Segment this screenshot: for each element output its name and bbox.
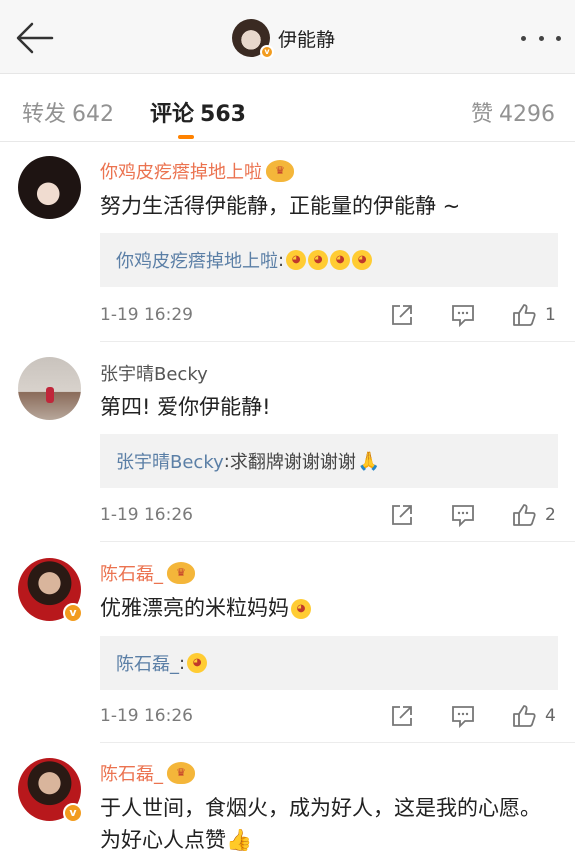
back-button[interactable] xyxy=(14,18,56,58)
reply-box[interactable]: 陈石磊_: ◕ xyxy=(100,636,558,690)
blush-emoji-icon: ◕ xyxy=(308,250,329,270)
comment-text: 第四! 爱你伊能静! xyxy=(100,395,271,419)
share-button[interactable] xyxy=(389,701,415,731)
header-user[interactable]: v 伊能静 xyxy=(232,18,336,59)
verified-badge-icon: v xyxy=(63,803,83,823)
comment-time: 1-19 16:26 xyxy=(100,706,193,726)
active-tab-indicator xyxy=(178,135,194,139)
like-button[interactable]: 4 xyxy=(511,701,556,731)
reply-username[interactable]: 张宇晴Becky xyxy=(116,448,224,474)
avatar[interactable]: v xyxy=(232,19,274,59)
like-button[interactable]: 2 xyxy=(511,500,556,530)
more-dot xyxy=(556,35,561,41)
reply-button[interactable] xyxy=(450,300,476,330)
reply-username[interactable]: 陈石磊_ xyxy=(116,650,179,676)
comment-username[interactable]: 张宇晴Becky xyxy=(100,360,208,386)
tab-comment-label: 评论 xyxy=(150,102,195,127)
thumbs-up-icon xyxy=(513,504,536,526)
thumbs-up-icon xyxy=(513,705,536,727)
avatar[interactable] xyxy=(18,357,81,420)
comment-icon xyxy=(452,706,474,729)
share-button[interactable] xyxy=(389,300,415,330)
verified-badge-icon: v xyxy=(260,45,274,59)
share-button[interactable] xyxy=(389,500,415,530)
avatar[interactable] xyxy=(18,156,81,219)
reply-button[interactable] xyxy=(450,701,476,731)
reply-separator: : xyxy=(179,652,186,674)
like-button[interactable]: 1 xyxy=(511,300,556,330)
praying-hands-icon: 🙏 xyxy=(357,450,381,472)
blush-emoji-icon: ◕ xyxy=(291,599,311,619)
comment-username[interactable]: 陈石磊_ ♛ xyxy=(100,760,195,786)
blush-emoji-icon: ◕ xyxy=(187,653,208,673)
page-title: 伊能静 xyxy=(278,28,336,51)
reply-separator: : xyxy=(278,249,285,271)
like-count: 1 xyxy=(545,305,556,325)
divider xyxy=(100,341,575,342)
vip-crown-icon: ♛ xyxy=(167,762,195,784)
verified-badge-icon: v xyxy=(63,603,83,623)
tab-repost-label: 转发 xyxy=(22,102,67,127)
comment-time: 1-19 16:26 xyxy=(100,505,193,525)
reply-box[interactable]: 你鸡皮疙瘩掉地上啦: ◕ ◕ ◕ ◕ xyxy=(100,233,558,287)
username-text: 你鸡皮疙瘩掉地上啦 xyxy=(100,162,262,183)
reply-username[interactable]: 你鸡皮疙瘩掉地上啦 xyxy=(116,247,278,273)
share-icon xyxy=(392,305,412,325)
like-count: 4 xyxy=(545,706,556,726)
tab-like-count: 4296 xyxy=(499,102,555,127)
tab-repost-count: 642 xyxy=(72,102,115,127)
blush-emoji-icon: ◕ xyxy=(330,250,351,270)
comment-text: 于人世间，食烟火，成为好人，这是我的心愿。为好心人点赞👍 xyxy=(100,792,560,856)
reply-text: 求翻牌谢谢谢谢 xyxy=(229,452,356,473)
top-bar: v 伊能静 xyxy=(0,0,575,74)
arrow-left-icon xyxy=(16,22,54,54)
reply-box[interactable]: 张宇晴Becky: 求翻牌谢谢谢谢 🙏 xyxy=(100,434,558,488)
comment-time: 1-19 16:29 xyxy=(100,305,193,325)
tab-like[interactable]: 赞 4296 xyxy=(471,96,555,128)
username-text: 陈石磊_ xyxy=(100,764,163,785)
more-button[interactable] xyxy=(521,28,561,48)
blush-emoji-icon: ◕ xyxy=(352,250,373,270)
avatar[interactable]: v xyxy=(18,558,83,623)
tab-bar: 转发 642 评论 563 赞 4296 xyxy=(0,74,575,142)
divider xyxy=(100,541,575,542)
divider xyxy=(100,742,575,743)
tab-comment-count: 563 xyxy=(200,102,246,127)
like-count: 2 xyxy=(545,505,556,525)
share-icon xyxy=(392,505,412,525)
vip-crown-icon: ♛ xyxy=(266,160,294,182)
tab-repost[interactable]: 转发 642 xyxy=(22,96,114,128)
vip-crown-icon: ♛ xyxy=(167,562,195,584)
tab-comment[interactable]: 评论 563 xyxy=(150,96,246,128)
comment-text-content: 于人世间，食烟火，成为好人，这是我的心愿。为好心人点赞 xyxy=(100,796,541,852)
tab-like-label: 赞 xyxy=(470,102,493,127)
thumbs-up-icon xyxy=(513,304,536,326)
username-text: 张宇晴Becky xyxy=(100,364,208,385)
comment-username[interactable]: 陈石磊_ ♛ xyxy=(100,560,195,586)
avatar[interactable]: v xyxy=(18,758,83,823)
reply-button[interactable] xyxy=(450,500,476,530)
comment-text: 努力生活得伊能静，正能量的伊能静 ~ xyxy=(100,194,461,218)
comment-username[interactable]: 你鸡皮疙瘩掉地上啦 ♛ xyxy=(100,158,294,184)
username-text: 陈石磊_ xyxy=(100,564,163,585)
comment-text: 优雅漂亮的米粒妈妈 ◕ xyxy=(100,592,560,624)
share-icon xyxy=(392,706,412,726)
comment-icon xyxy=(452,505,474,528)
comment-text-content: 优雅漂亮的米粒妈妈 xyxy=(100,596,289,620)
comment-icon xyxy=(452,305,474,328)
blush-emoji-icon: ◕ xyxy=(286,250,307,270)
thumbs-up-emoji-icon: 👍 xyxy=(226,828,253,852)
more-dot xyxy=(538,35,544,41)
more-dots-icon xyxy=(521,35,526,41)
